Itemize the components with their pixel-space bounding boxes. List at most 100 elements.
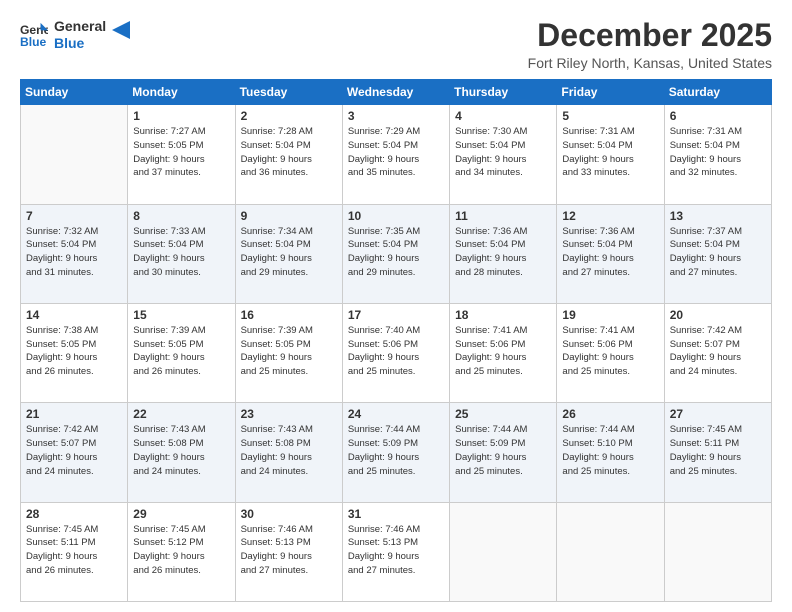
calendar-cell: 7 Sunrise: 7:32 AMSunset: 5:04 PMDaylight… [21, 204, 128, 303]
day-number: 2 [241, 109, 337, 123]
day-info: Sunrise: 7:42 AMSunset: 5:07 PMDaylight:… [670, 324, 766, 379]
day-number: 22 [133, 407, 229, 421]
day-info: Sunrise: 7:31 AMSunset: 5:04 PMDaylight:… [670, 125, 766, 180]
calendar-cell: 27 Sunrise: 7:45 AMSunset: 5:11 PMDayligh… [664, 403, 771, 502]
day-info: Sunrise: 7:46 AMSunset: 5:13 PMDaylight:… [348, 523, 444, 578]
day-info: Sunrise: 7:31 AMSunset: 5:04 PMDaylight:… [562, 125, 658, 180]
day-number: 18 [455, 308, 551, 322]
day-number: 27 [670, 407, 766, 421]
calendar-cell: 21Sunrise: 7:42 AMSunset: 5:07 PMDayligh… [21, 403, 128, 502]
day-number: 29 [133, 507, 229, 521]
day-number: 31 [348, 507, 444, 521]
day-info: Sunrise: 7:29 AMSunset: 5:04 PMDaylight:… [348, 125, 444, 180]
page: General Blue General Blue December 2025 … [0, 0, 792, 612]
day-info: Sunrise: 7:41 AMSunset: 5:06 PMDaylight:… [562, 324, 658, 379]
day-info: Sunrise: 7:32 AMSunset: 5:04 PMDaylight:… [26, 225, 122, 280]
calendar-cell: 19 Sunrise: 7:41 AMSunset: 5:06 PMDayligh… [557, 303, 664, 402]
day-number: 26 [562, 407, 658, 421]
day-info: Sunrise: 7:43 AMSunset: 5:08 PMDaylight:… [241, 423, 337, 478]
calendar-cell: 18 Sunrise: 7:41 AMSunset: 5:06 PMDayligh… [450, 303, 557, 402]
calendar-week-row: 14 Sunrise: 7:38 AMSunset: 5:05 PMDayligh… [21, 303, 772, 402]
calendar-cell: 28 Sunrise: 7:45 AMSunset: 5:11 PMDayligh… [21, 502, 128, 601]
calendar-weekday-sunday: Sunday [21, 80, 128, 105]
calendar-cell [664, 502, 771, 601]
logo-line2: Blue [54, 35, 106, 52]
calendar-cell: 10Sunrise: 7:35 AMSunset: 5:04 PMDayligh… [342, 204, 449, 303]
calendar-cell: 13Sunrise: 7:37 AMSunset: 5:04 PMDayligh… [664, 204, 771, 303]
logo-arrow-icon [112, 21, 130, 39]
day-info: Sunrise: 7:37 AMSunset: 5:04 PMDaylight:… [670, 225, 766, 280]
day-number: 12 [562, 209, 658, 223]
day-number: 11 [455, 209, 551, 223]
day-info: Sunrise: 7:34 AMSunset: 5:04 PMDaylight:… [241, 225, 337, 280]
calendar-cell: 25Sunrise: 7:44 AMSunset: 5:09 PMDayligh… [450, 403, 557, 502]
calendar-cell: 3 Sunrise: 7:29 AMSunset: 5:04 PMDaylight… [342, 105, 449, 204]
day-number: 21 [26, 407, 122, 421]
day-info: Sunrise: 7:43 AMSunset: 5:08 PMDaylight:… [133, 423, 229, 478]
calendar-cell: 16 Sunrise: 7:39 AMSunset: 5:05 PMDayligh… [235, 303, 342, 402]
day-info: Sunrise: 7:36 AMSunset: 5:04 PMDaylight:… [562, 225, 658, 280]
calendar-cell: 24Sunrise: 7:44 AMSunset: 5:09 PMDayligh… [342, 403, 449, 502]
day-number: 6 [670, 109, 766, 123]
day-number: 20 [670, 308, 766, 322]
calendar-cell [557, 502, 664, 601]
day-info: Sunrise: 7:38 AMSunset: 5:05 PMDaylight:… [26, 324, 122, 379]
logo: General Blue General Blue [20, 18, 130, 52]
day-info: Sunrise: 7:45 AMSunset: 5:12 PMDaylight:… [133, 523, 229, 578]
calendar-week-row: 21Sunrise: 7:42 AMSunset: 5:07 PMDayligh… [21, 403, 772, 502]
day-number: 8 [133, 209, 229, 223]
day-info: Sunrise: 7:27 AMSunset: 5:05 PMDaylight:… [133, 125, 229, 180]
calendar-cell: 31 Sunrise: 7:46 AMSunset: 5:13 PMDayligh… [342, 502, 449, 601]
title-block: December 2025 Fort Riley North, Kansas, … [528, 18, 772, 71]
calendar-cell: 20 Sunrise: 7:42 AMSunset: 5:07 PMDayligh… [664, 303, 771, 402]
day-number: 14 [26, 308, 122, 322]
day-number: 1 [133, 109, 229, 123]
day-number: 23 [241, 407, 337, 421]
calendar-cell: 23 Sunrise: 7:43 AMSunset: 5:08 PMDayligh… [235, 403, 342, 502]
calendar-cell: 11 Sunrise: 7:36 AMSunset: 5:04 PMDayligh… [450, 204, 557, 303]
calendar-weekday-wednesday: Wednesday [342, 80, 449, 105]
day-number: 4 [455, 109, 551, 123]
day-number: 30 [241, 507, 337, 521]
calendar-cell: 26 Sunrise: 7:44 AMSunset: 5:10 PMDayligh… [557, 403, 664, 502]
logo-icon: General Blue [20, 21, 48, 49]
day-number: 16 [241, 308, 337, 322]
calendar-cell: 9Sunrise: 7:34 AMSunset: 5:04 PMDaylight… [235, 204, 342, 303]
day-info: Sunrise: 7:45 AMSunset: 5:11 PMDaylight:… [670, 423, 766, 478]
calendar-header-row: SundayMondayTuesdayWednesdayThursdayFrid… [21, 80, 772, 105]
day-info: Sunrise: 7:41 AMSunset: 5:06 PMDaylight:… [455, 324, 551, 379]
day-info: Sunrise: 7:35 AMSunset: 5:04 PMDaylight:… [348, 225, 444, 280]
calendar-cell: 8 Sunrise: 7:33 AMSunset: 5:04 PMDaylight… [128, 204, 235, 303]
day-info: Sunrise: 7:40 AMSunset: 5:06 PMDaylight:… [348, 324, 444, 379]
day-number: 15 [133, 308, 229, 322]
calendar-weekday-thursday: Thursday [450, 80, 557, 105]
svg-text:Blue: Blue [20, 35, 47, 49]
calendar-cell: 5Sunrise: 7:31 AMSunset: 5:04 PMDaylight… [557, 105, 664, 204]
calendar-cell: 12 Sunrise: 7:36 AMSunset: 5:04 PMDayligh… [557, 204, 664, 303]
day-info: Sunrise: 7:45 AMSunset: 5:11 PMDaylight:… [26, 523, 122, 578]
day-info: Sunrise: 7:44 AMSunset: 5:10 PMDaylight:… [562, 423, 658, 478]
day-info: Sunrise: 7:39 AMSunset: 5:05 PMDaylight:… [133, 324, 229, 379]
day-info: Sunrise: 7:36 AMSunset: 5:04 PMDaylight:… [455, 225, 551, 280]
calendar-week-row: 1 Sunrise: 7:27 AMSunset: 5:05 PMDaylight… [21, 105, 772, 204]
day-number: 25 [455, 407, 551, 421]
day-info: Sunrise: 7:33 AMSunset: 5:04 PMDaylight:… [133, 225, 229, 280]
calendar-weekday-monday: Monday [128, 80, 235, 105]
calendar-cell [450, 502, 557, 601]
day-number: 7 [26, 209, 122, 223]
calendar-weekday-friday: Friday [557, 80, 664, 105]
calendar-cell: 17Sunrise: 7:40 AMSunset: 5:06 PMDayligh… [342, 303, 449, 402]
day-info: Sunrise: 7:46 AMSunset: 5:13 PMDaylight:… [241, 523, 337, 578]
calendar-week-row: 28 Sunrise: 7:45 AMSunset: 5:11 PMDayligh… [21, 502, 772, 601]
day-info: Sunrise: 7:30 AMSunset: 5:04 PMDaylight:… [455, 125, 551, 180]
day-number: 3 [348, 109, 444, 123]
calendar-cell: 22 Sunrise: 7:43 AMSunset: 5:08 PMDayligh… [128, 403, 235, 502]
calendar-cell: 15 Sunrise: 7:39 AMSunset: 5:05 PMDayligh… [128, 303, 235, 402]
calendar-weekday-tuesday: Tuesday [235, 80, 342, 105]
day-number: 19 [562, 308, 658, 322]
day-number: 28 [26, 507, 122, 521]
day-info: Sunrise: 7:28 AMSunset: 5:04 PMDaylight:… [241, 125, 337, 180]
calendar-cell: 4 Sunrise: 7:30 AMSunset: 5:04 PMDaylight… [450, 105, 557, 204]
calendar-cell: 29 Sunrise: 7:45 AMSunset: 5:12 PMDayligh… [128, 502, 235, 601]
day-info: Sunrise: 7:39 AMSunset: 5:05 PMDaylight:… [241, 324, 337, 379]
